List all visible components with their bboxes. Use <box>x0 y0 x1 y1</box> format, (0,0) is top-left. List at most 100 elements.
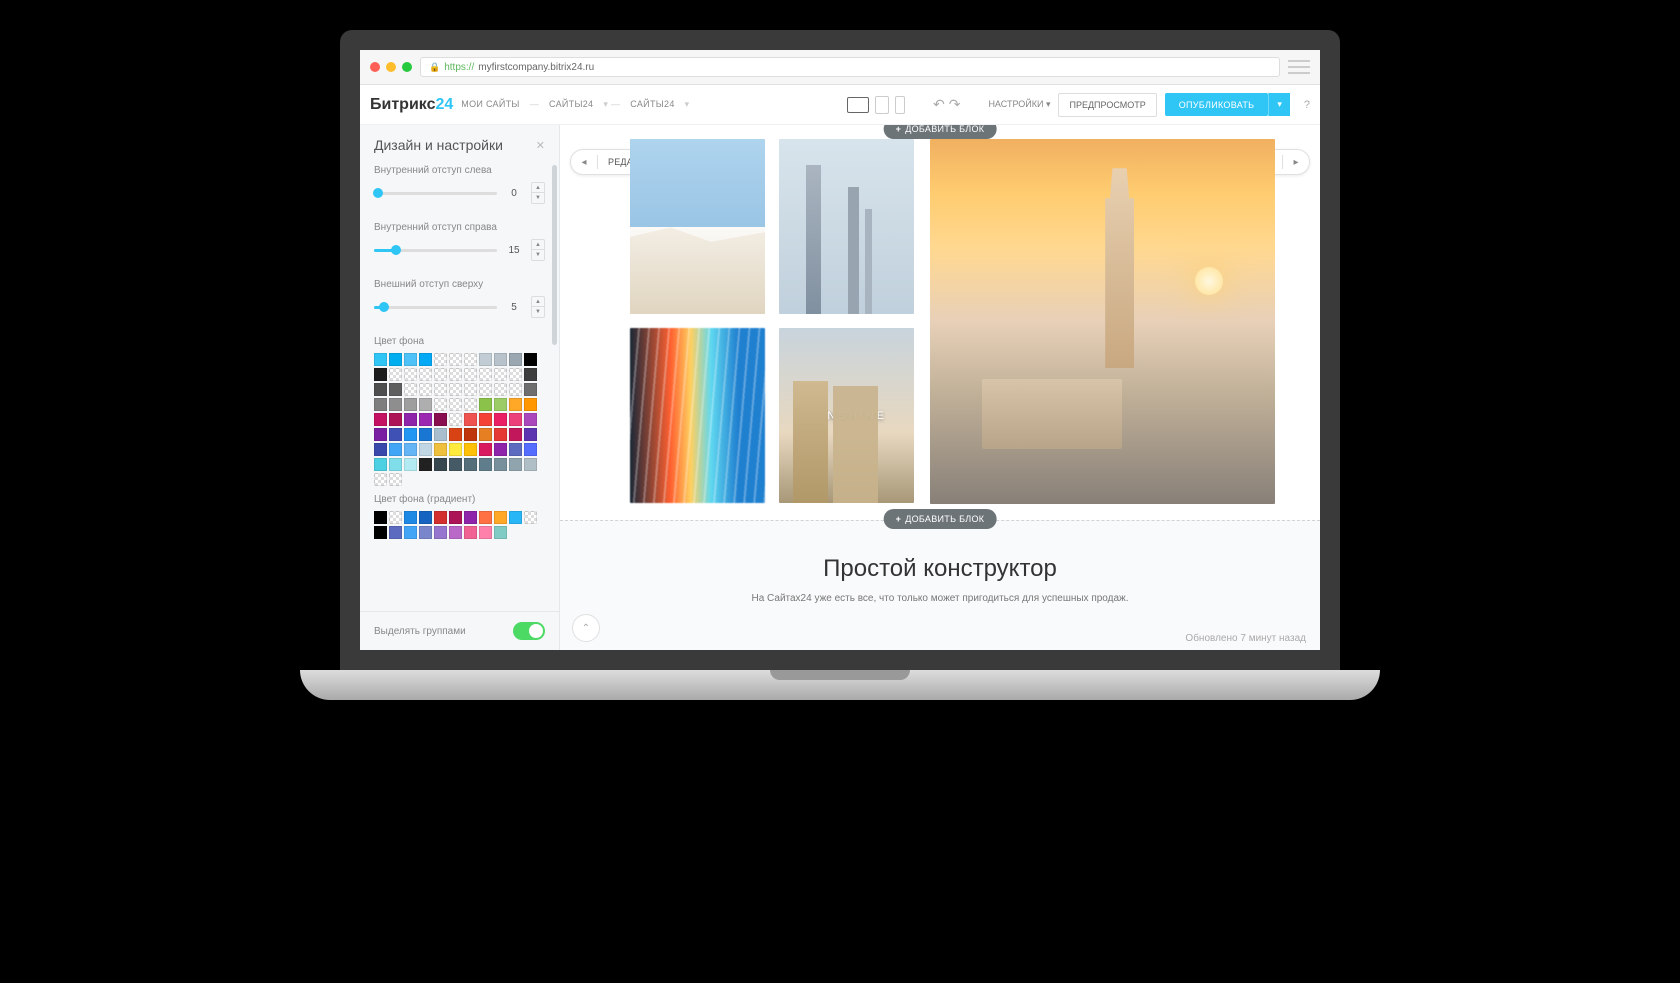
color-swatch[interactable] <box>404 383 417 396</box>
color-swatch[interactable] <box>524 383 537 396</box>
color-swatch[interactable] <box>464 443 477 456</box>
color-swatch[interactable] <box>479 428 492 441</box>
color-swatch[interactable] <box>524 428 537 441</box>
color-swatch[interactable] <box>389 443 402 456</box>
color-swatch[interactable] <box>524 413 537 426</box>
color-swatch[interactable] <box>404 368 417 381</box>
tablet-icon[interactable] <box>875 96 889 114</box>
phone-icon[interactable] <box>895 96 905 114</box>
color-swatch[interactable] <box>419 443 432 456</box>
color-swatch[interactable] <box>449 526 462 539</box>
slider-track[interactable] <box>374 192 497 195</box>
color-swatch[interactable] <box>374 526 387 539</box>
color-swatch[interactable] <box>434 443 447 456</box>
color-swatch[interactable] <box>434 458 447 471</box>
color-swatch[interactable] <box>389 353 402 366</box>
redo-icon[interactable]: ↷ <box>949 96 961 113</box>
color-swatch[interactable] <box>479 511 492 524</box>
color-swatch[interactable] <box>479 383 492 396</box>
color-swatch[interactable] <box>389 368 402 381</box>
color-swatch[interactable] <box>434 511 447 524</box>
slider-track[interactable] <box>374 249 497 252</box>
color-swatch[interactable] <box>404 413 417 426</box>
color-swatch[interactable] <box>509 511 522 524</box>
color-swatch[interactable] <box>494 398 507 411</box>
color-swatch[interactable] <box>389 398 402 411</box>
color-swatch[interactable] <box>389 526 402 539</box>
color-swatch[interactable] <box>449 398 462 411</box>
help-icon[interactable]: ? <box>1304 99 1310 111</box>
color-swatch[interactable] <box>524 443 537 456</box>
color-swatch[interactable] <box>374 428 387 441</box>
color-swatch[interactable] <box>449 458 462 471</box>
color-swatch[interactable] <box>374 443 387 456</box>
maximize-window-icon[interactable] <box>402 62 412 72</box>
color-swatch[interactable] <box>479 443 492 456</box>
color-swatch[interactable] <box>479 398 492 411</box>
color-swatch[interactable] <box>494 428 507 441</box>
color-swatch[interactable] <box>494 443 507 456</box>
color-swatch[interactable] <box>404 428 417 441</box>
color-swatch[interactable] <box>524 353 537 366</box>
publish-dropdown[interactable]: ▾ <box>1268 93 1290 116</box>
color-swatch[interactable] <box>524 368 537 381</box>
color-swatch[interactable] <box>374 368 387 381</box>
color-swatch[interactable] <box>434 526 447 539</box>
color-swatch[interactable] <box>434 353 447 366</box>
color-swatch[interactable] <box>404 353 417 366</box>
color-swatch[interactable] <box>419 458 432 471</box>
color-swatch[interactable] <box>434 413 447 426</box>
color-swatch[interactable] <box>509 443 522 456</box>
color-swatch[interactable] <box>449 383 462 396</box>
gallery-image-sunset[interactable] <box>930 139 1275 504</box>
color-swatch[interactable] <box>434 428 447 441</box>
color-swatch[interactable] <box>509 458 522 471</box>
color-swatch[interactable] <box>464 511 477 524</box>
url-bar[interactable]: 🔒 https://myfirstcompany.bitrix24.ru <box>420 57 1280 77</box>
color-swatch[interactable] <box>419 383 432 396</box>
color-swatch[interactable] <box>509 413 522 426</box>
color-swatch[interactable] <box>404 458 417 471</box>
color-swatch[interactable] <box>419 413 432 426</box>
spinner[interactable]: ▲▼ <box>531 182 545 204</box>
close-icon[interactable]: ✕ <box>536 139 545 152</box>
undo-icon[interactable]: ↶ <box>933 96 945 113</box>
color-swatch[interactable] <box>509 428 522 441</box>
nav-sites24-b[interactable]: САЙТЫ24 <box>630 99 674 110</box>
nav-sites24-a[interactable]: САЙТЫ24 <box>549 99 593 110</box>
gallery-image-santorini[interactable] <box>630 139 765 314</box>
color-swatch[interactable] <box>479 368 492 381</box>
color-swatch[interactable] <box>434 383 447 396</box>
color-swatch[interactable] <box>479 526 492 539</box>
sidebar-scrollbar[interactable] <box>552 165 557 590</box>
color-swatch[interactable] <box>449 443 462 456</box>
color-swatch[interactable] <box>419 398 432 411</box>
color-swatch[interactable] <box>449 511 462 524</box>
group-highlight-toggle[interactable] <box>513 622 545 640</box>
color-swatch[interactable] <box>524 511 537 524</box>
color-swatch[interactable] <box>464 383 477 396</box>
color-swatch[interactable] <box>374 458 387 471</box>
color-swatch[interactable] <box>479 413 492 426</box>
scroll-top-button[interactable]: ⌃ <box>572 614 600 642</box>
color-swatch[interactable] <box>494 383 507 396</box>
add-block-top[interactable]: +ДОБАВИТЬ БЛОК <box>884 125 997 139</box>
browser-menu-icon[interactable] <box>1288 58 1310 76</box>
slider-track[interactable] <box>374 306 497 309</box>
color-swatch[interactable] <box>404 443 417 456</box>
color-swatch[interactable] <box>404 511 417 524</box>
color-swatch[interactable] <box>509 368 522 381</box>
color-swatch[interactable] <box>494 413 507 426</box>
gallery-image-traffic[interactable] <box>630 328 765 503</box>
color-swatch[interactable] <box>509 383 522 396</box>
color-swatch[interactable] <box>374 398 387 411</box>
color-swatch[interactable] <box>434 368 447 381</box>
spinner[interactable]: ▲▼ <box>531 239 545 261</box>
color-swatch[interactable] <box>404 398 417 411</box>
color-swatch[interactable] <box>464 368 477 381</box>
color-swatch[interactable] <box>449 428 462 441</box>
color-swatch[interactable] <box>494 353 507 366</box>
gallery-image-towers[interactable] <box>779 139 914 314</box>
color-swatch[interactable] <box>434 398 447 411</box>
preview-button[interactable]: ПРЕДПРОСМОТР <box>1058 93 1156 117</box>
